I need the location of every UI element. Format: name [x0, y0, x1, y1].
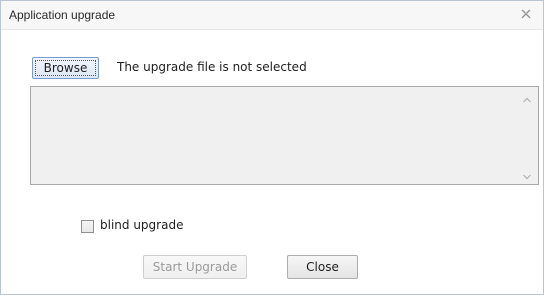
blind-upgrade-checkbox[interactable] [81, 220, 94, 233]
blind-upgrade-label: blind upgrade [100, 218, 184, 232]
start-upgrade-button[interactable]: Start Upgrade [143, 255, 247, 279]
chevron-down-icon[interactable] [522, 170, 532, 180]
browse-button[interactable]: Browse [32, 57, 99, 79]
close-button[interactable]: Close [287, 255, 358, 279]
dialog-title: Application upgrade [9, 8, 116, 22]
upgrade-log-area[interactable] [30, 86, 539, 185]
chevron-up-icon[interactable] [522, 93, 532, 103]
dialog-titlebar: Application upgrade [1, 1, 543, 30]
close-icon[interactable] [519, 7, 533, 21]
upgrade-dialog: Application upgrade Browse The upgrade f… [0, 0, 544, 295]
file-status-text: The upgrade file is not selected [117, 60, 307, 74]
